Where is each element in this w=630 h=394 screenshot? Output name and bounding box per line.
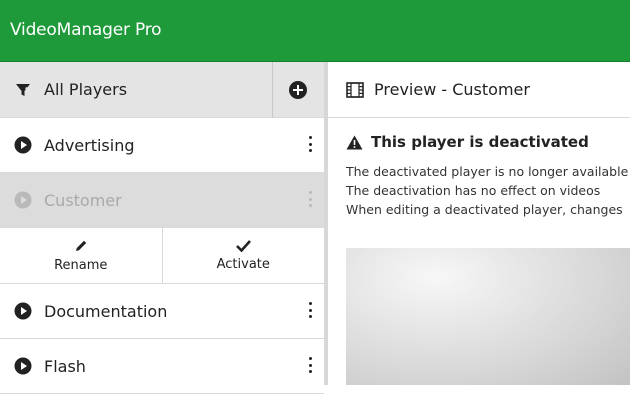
play-circle-icon [14,191,32,209]
player-item-label: Customer [44,190,122,210]
player-item-label: Advertising [44,135,135,155]
app-titlebar: VideoManager Pro [0,0,630,62]
warning-title: This player is deactivated [371,133,589,151]
preview-header: Preview - Customer [328,62,630,118]
warning-icon [346,135,363,149]
play-circle-icon [14,357,32,375]
player-item-label: Documentation [44,301,168,321]
kebab-menu-icon[interactable] [308,191,312,207]
film-icon [346,81,364,98]
player-item-label: Flash [44,356,86,376]
player-item-flash[interactable]: Flash [0,339,324,394]
preview-panel: Preview - Customer This player is deacti… [328,62,630,385]
activate-label: Activate [216,257,270,272]
play-circle-icon [14,302,32,320]
player-preview-area[interactable] [346,248,630,385]
deactivation-description: The deactivated player is no longer avai… [328,162,630,219]
app-title: VideoManager Pro [10,20,162,40]
preview-title: Preview - Customer [374,80,530,99]
player-item-documentation[interactable]: Documentation [0,284,324,339]
all-players-header[interactable]: All Players [0,62,324,118]
player-item-customer[interactable]: Customer [0,173,324,228]
player-actions: Rename Activate [0,228,324,284]
plus-circle-icon[interactable] [288,80,308,100]
player-item-advertising[interactable]: Advertising [0,118,324,173]
rename-button[interactable]: Rename [0,228,163,283]
play-circle-icon [14,136,32,154]
activate-button[interactable]: Activate [163,228,325,283]
deactivated-warning: This player is deactivated [328,122,630,162]
description-line: The deactivated player is no longer avai… [346,164,629,179]
kebab-menu-icon[interactable] [308,302,312,318]
header-divider [272,62,273,118]
pencil-icon [75,240,86,251]
filter-icon [16,83,31,96]
description-line: When editing a deactivated player, chang… [346,202,623,217]
all-players-label: All Players [44,80,128,99]
kebab-menu-icon[interactable] [308,357,312,373]
checkmark-icon [235,240,251,252]
rename-label: Rename [54,257,108,273]
description-line: The deactivation has no effect on videos [346,183,601,198]
players-sidebar: All Players Advertising Customer Rename [0,62,328,394]
kebab-menu-icon[interactable] [308,136,312,152]
